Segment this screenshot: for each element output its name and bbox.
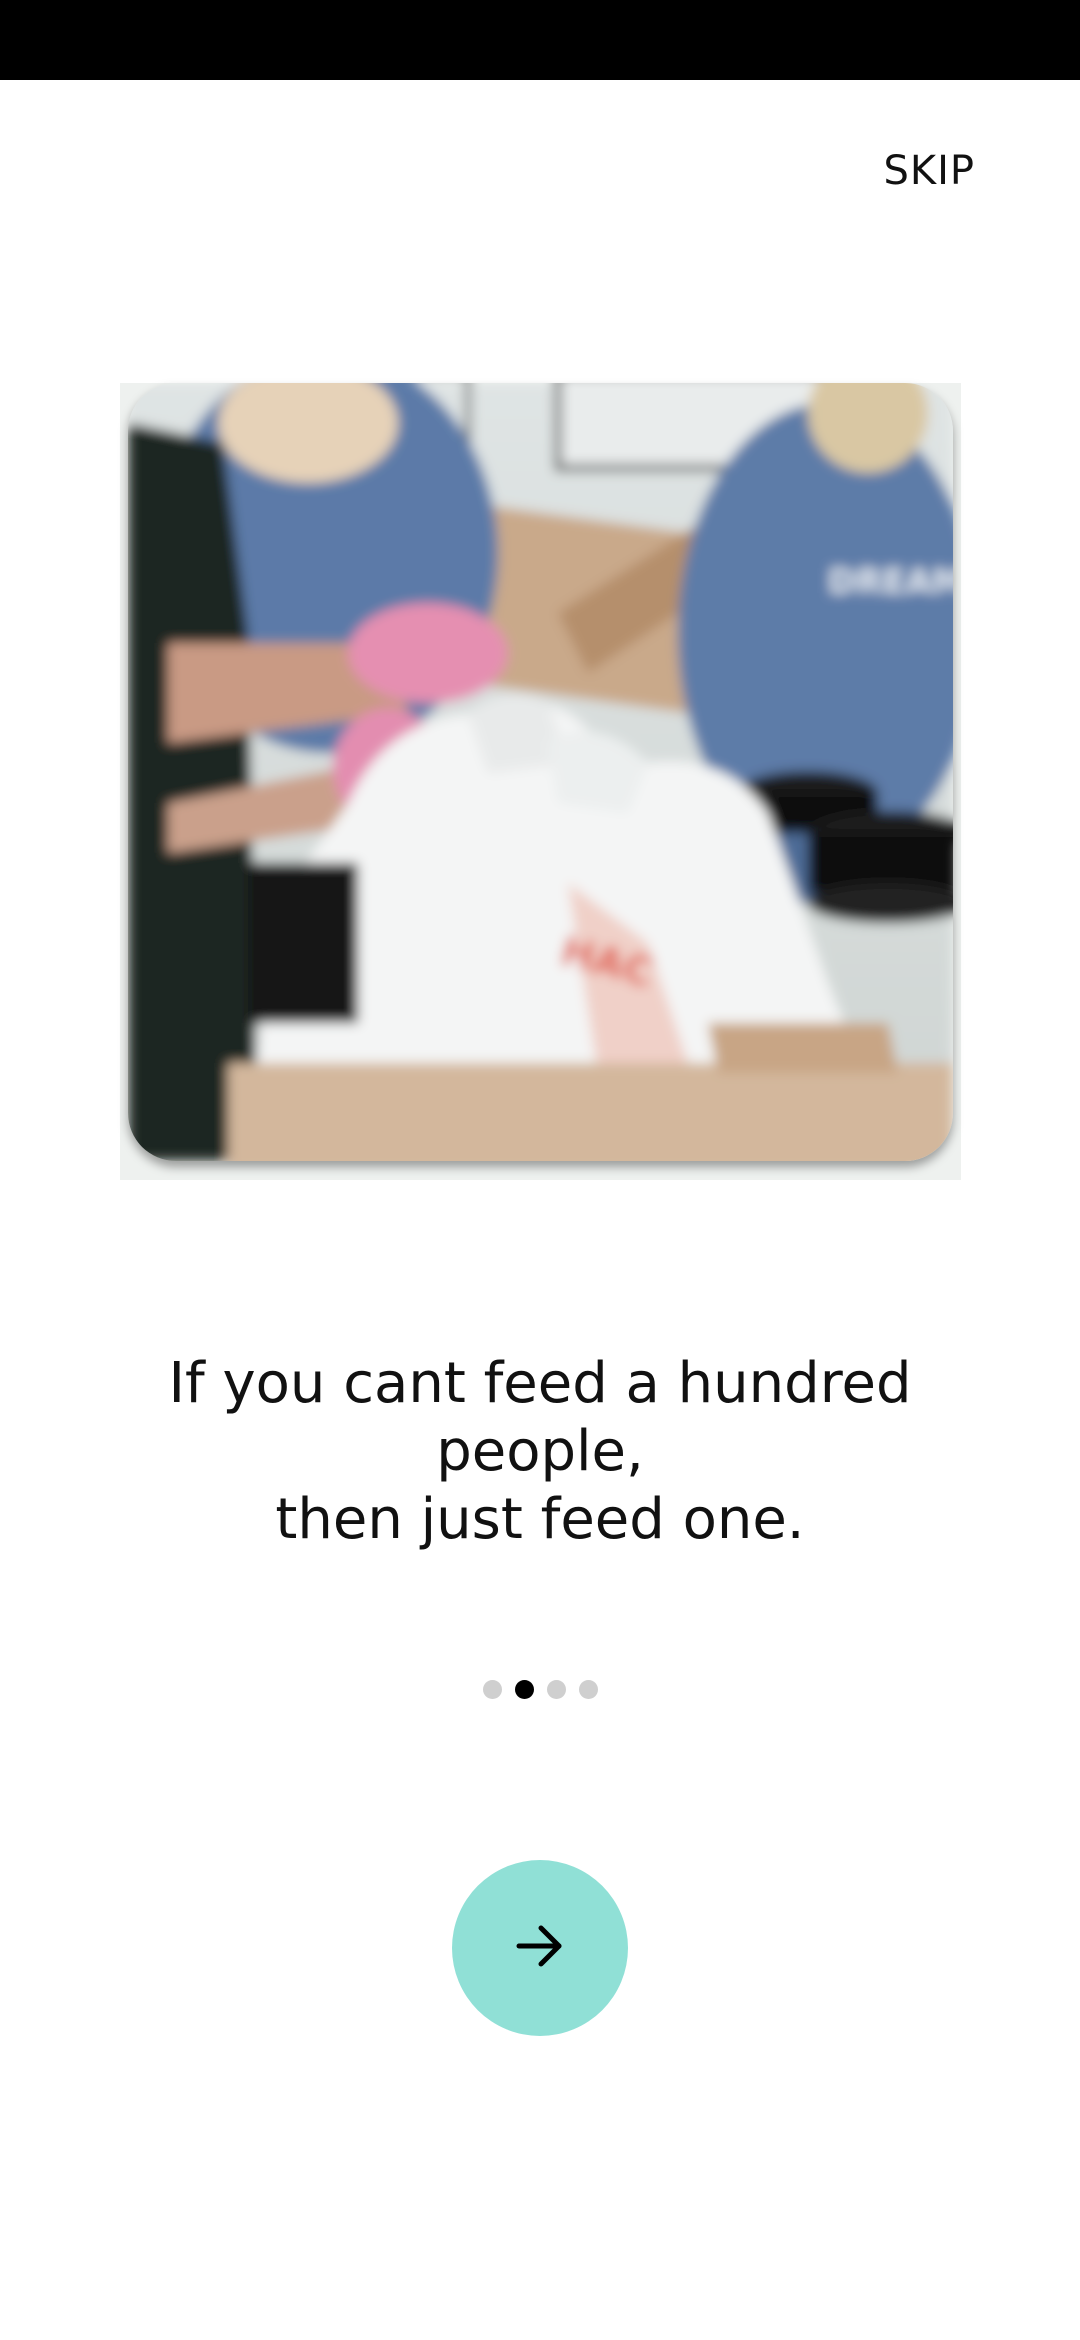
page-dot-4[interactable] [578,1680,598,1699]
page-indicator [0,1680,1080,1699]
page-dot-3[interactable] [546,1680,566,1699]
page-dot-2[interactable] [514,1680,534,1699]
next-button[interactable] [452,1860,628,2036]
page-dot-1[interactable] [482,1680,502,1699]
arrow-right-icon [514,1920,566,1976]
onboarding-image-frame: DREAM HAC [120,383,961,1180]
onboarding-quote: If you cant feed a hundred people, then … [168,1351,912,1552]
status-bar [0,0,1080,80]
skip-button[interactable]: SKIP [883,148,975,194]
svg-text:DREAM: DREAM [828,562,953,602]
onboarding-image: DREAM HAC [128,383,953,1161]
